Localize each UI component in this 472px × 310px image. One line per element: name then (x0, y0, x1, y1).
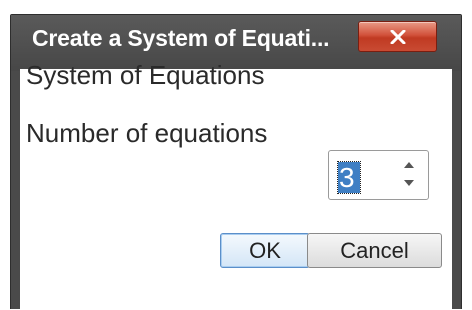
chevron-down-icon (404, 180, 414, 186)
number-of-equations-stepper[interactable]: 3 (328, 150, 429, 200)
decrement-button[interactable] (399, 176, 419, 193)
dialog-title: Create a System of Equati... (32, 25, 330, 51)
increment-button[interactable] (399, 158, 419, 175)
close-icon (390, 30, 406, 44)
chevron-up-icon (404, 162, 414, 168)
ok-button[interactable]: OK (220, 233, 310, 268)
number-of-equations-label: Number of equations (26, 118, 268, 148)
cancel-button[interactable]: Cancel (307, 233, 442, 268)
number-of-equations-input[interactable]: 3 (337, 161, 361, 194)
dialog-heading: System of Equations (26, 60, 265, 90)
close-button[interactable] (358, 21, 437, 52)
